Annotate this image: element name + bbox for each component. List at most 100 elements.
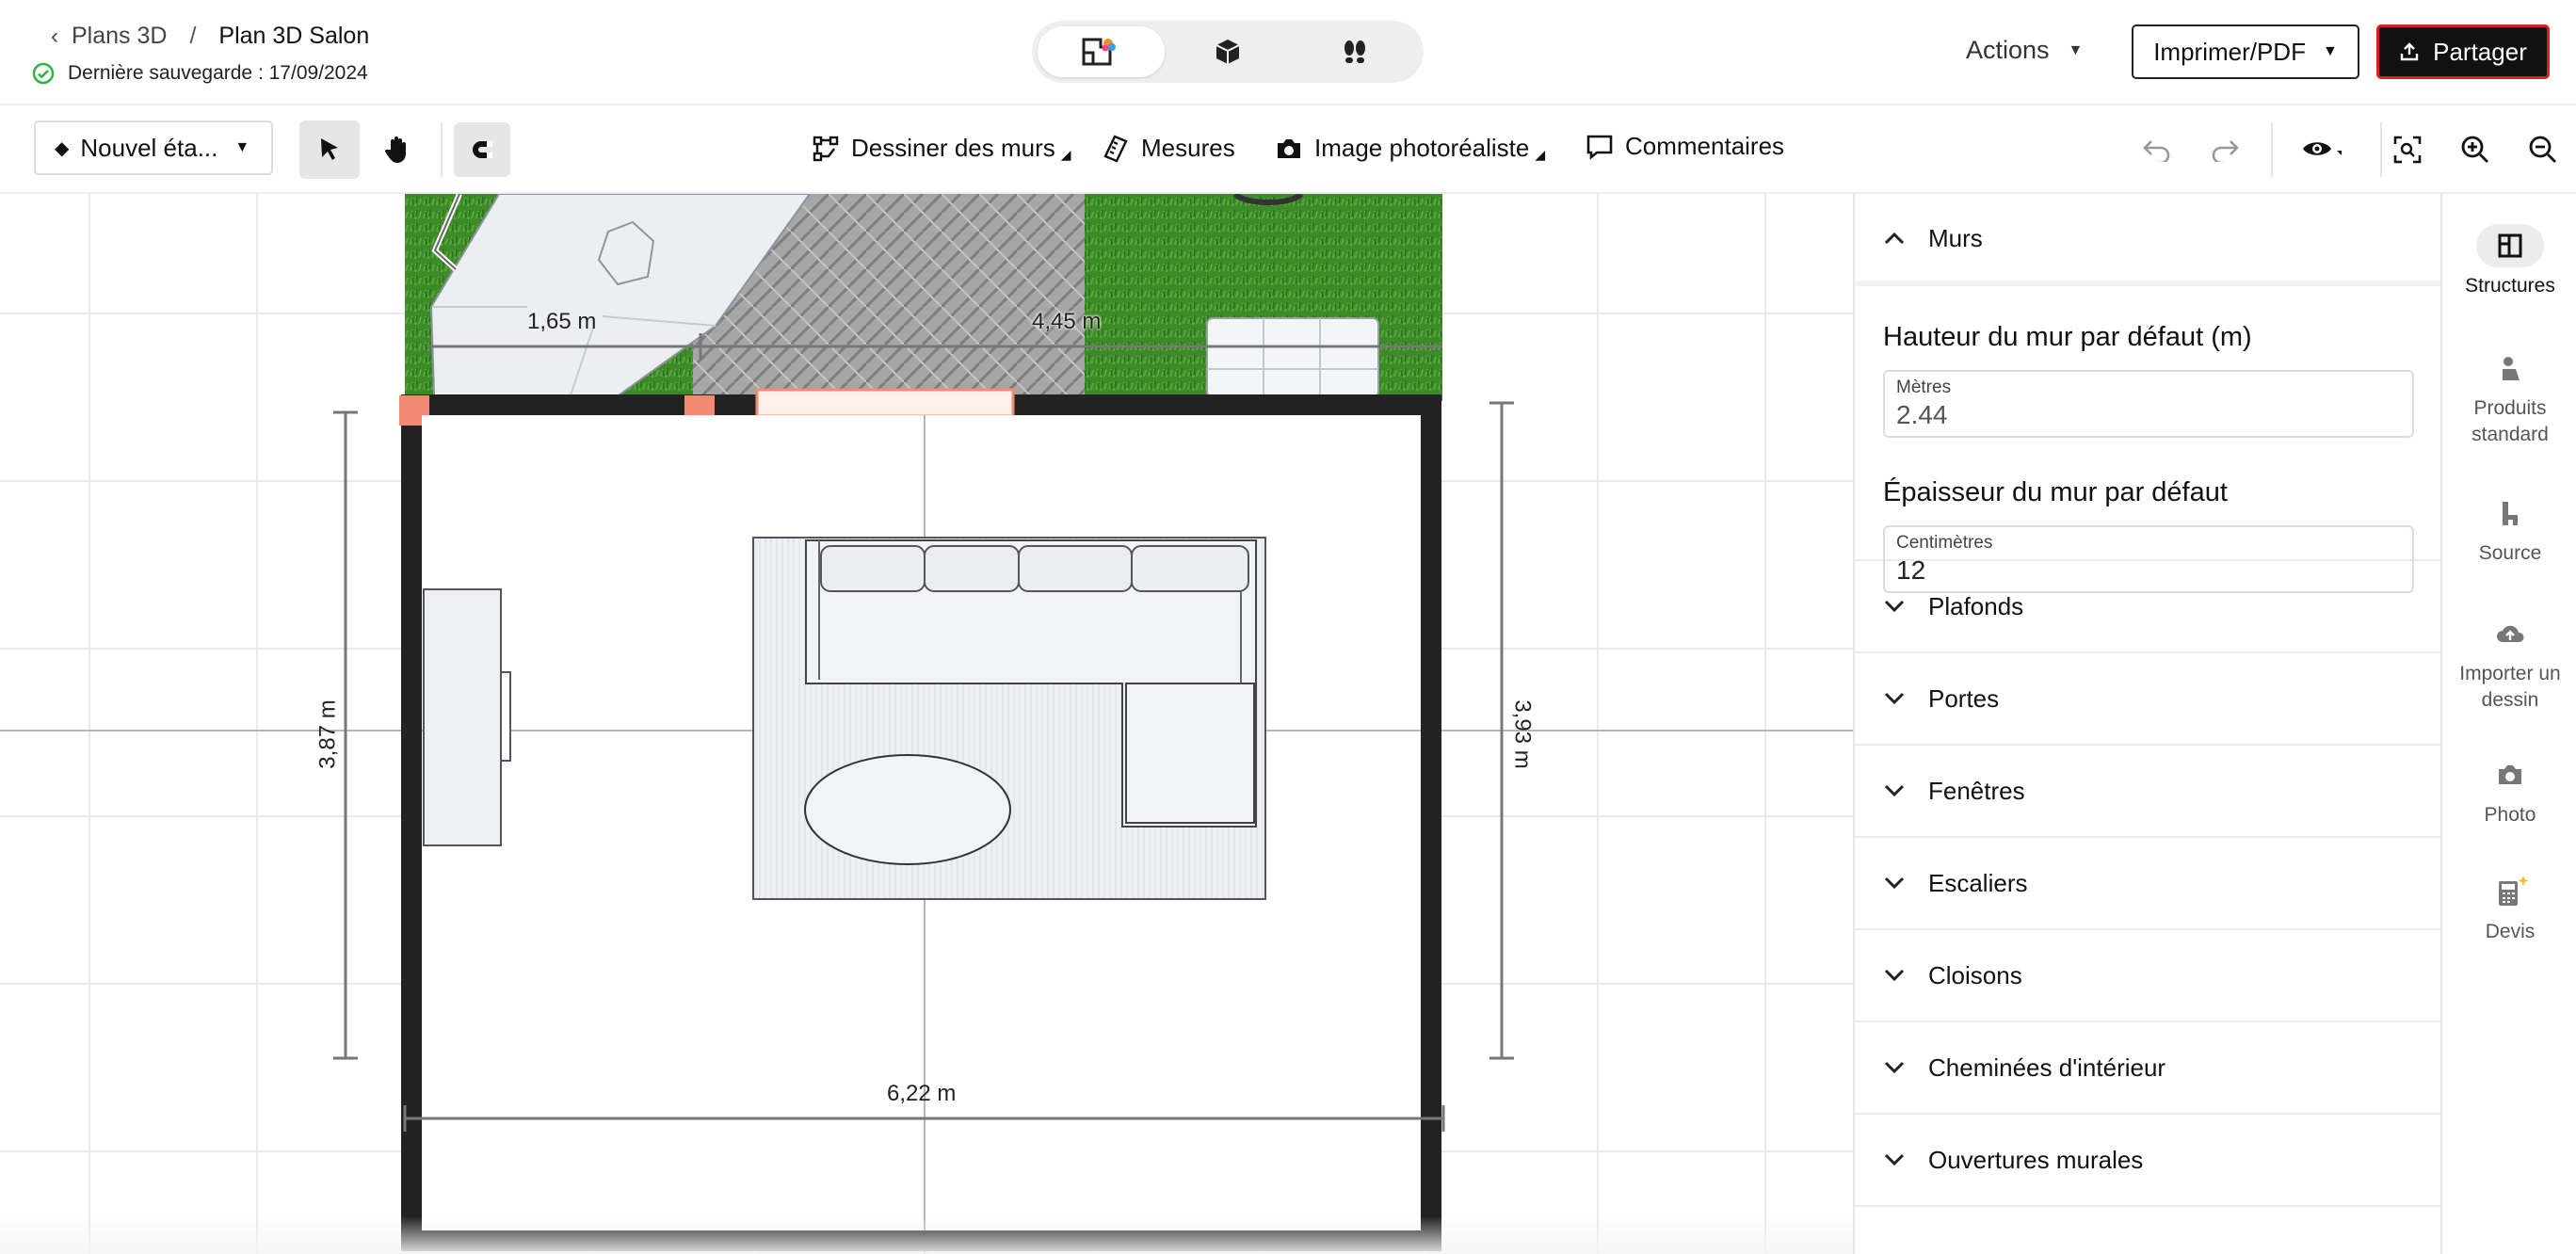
- chevron-down-icon: [1883, 1152, 1911, 1167]
- rail-standard-products[interactable]: Produits standard: [2442, 346, 2576, 448]
- page-title[interactable]: Plan 3D Salon: [218, 23, 369, 50]
- comments-button[interactable]: Commentaires: [1586, 132, 1784, 161]
- visibility-menu-button[interactable]: [2295, 128, 2352, 171]
- rail-quote-label: Devis: [2485, 921, 2536, 942]
- wall-height-title: Hauteur du mur par défaut (m): [1883, 322, 2252, 352]
- zoom-out-icon: [2529, 136, 2556, 163]
- console-table: [423, 588, 502, 846]
- wall-thickness-unit: Centimètres: [1896, 533, 1993, 553]
- cloud-upload-icon: [2476, 612, 2544, 655]
- print-pdf-button[interactable]: Imprimer/PDF ▼: [2132, 24, 2359, 79]
- eye-icon: [2303, 142, 2342, 155]
- photorealistic-image-button[interactable]: Image photoréaliste ◢: [1275, 134, 1545, 163]
- rail-import-drawing-label: Importer un dessin: [2459, 663, 2561, 711]
- view-2d-button[interactable]: [1038, 26, 1165, 77]
- walls-section-title: Murs: [1928, 223, 1983, 252]
- section-fireplaces[interactable]: Cheminées d'intérieur: [1855, 1022, 2440, 1115]
- corner-caret-icon: ◢: [1535, 147, 1546, 162]
- pan-tool-button[interactable]: [367, 121, 427, 179]
- share-upload-icon: [2400, 42, 2419, 61]
- section-wall-openings-label: Ouvertures murales: [1928, 1145, 2144, 1174]
- select-tool-button[interactable]: [299, 121, 360, 179]
- chevron-down-icon: [1883, 599, 1911, 614]
- fit-view-button[interactable]: [2386, 128, 2429, 171]
- rail-photo-label: Photo: [2484, 804, 2536, 826]
- section-windows[interactable]: Fenêtres: [1855, 746, 2440, 838]
- wall-thickness-value[interactable]: 12: [1896, 555, 2401, 586]
- dimension-right: 3,93 m: [1509, 699, 1536, 769]
- layers-icon: ◆: [55, 137, 70, 159]
- wall-height-field[interactable]: Mètres 2.44: [1883, 370, 2414, 438]
- view-3d-button[interactable]: [1165, 26, 1292, 77]
- comment-icon: [1586, 135, 1613, 160]
- wall-window-selected[interactable]: [755, 388, 1015, 418]
- chevron-down-icon: [1883, 1060, 1911, 1075]
- 2d-plan-icon: [1082, 38, 1117, 66]
- breadcrumb-separator: /: [189, 23, 197, 49]
- undo-button[interactable]: [2135, 128, 2179, 171]
- section-fireplaces-label: Cheminées d'intérieur: [1928, 1053, 2166, 1082]
- walkthrough-footsteps-icon: [1344, 40, 1365, 63]
- fit-screen-icon: [2393, 136, 2422, 164]
- rail-import-drawing[interactable]: Importer un dessin: [2442, 612, 2576, 714]
- save-status: Dernière sauvegarde : 17/09/2024: [32, 62, 368, 85]
- measures-button[interactable]: Mesures: [1103, 134, 1235, 163]
- breadcrumb: ‹ Plans 3D / Plan 3D Salon: [51, 23, 369, 50]
- actions-menu[interactable]: Actions ▼: [1966, 36, 2083, 65]
- camera-icon: [2476, 753, 2544, 796]
- section-wall-openings[interactable]: Ouvertures murales: [1855, 1115, 2440, 1207]
- comments-label: Commentaires: [1625, 132, 1785, 160]
- view-walkthrough-button[interactable]: [1291, 26, 1418, 77]
- chevron-down-icon: [1883, 968, 1911, 983]
- structures-icon: [2476, 224, 2544, 267]
- print-pdf-label: Imprimer/PDF: [2153, 37, 2306, 66]
- draw-walls-button[interactable]: Dessiner des murs ◢: [812, 134, 1071, 163]
- redo-button[interactable]: [2203, 128, 2246, 171]
- walls-section: Murs Hauteur du mur par défaut (m) Mètre…: [1855, 194, 2440, 593]
- rail-source[interactable]: Source: [2442, 491, 2576, 567]
- rail-quote[interactable]: Devis: [2442, 870, 2576, 945]
- 3d-box-icon: [1216, 40, 1240, 64]
- rail-structures-label: Structures: [2465, 275, 2555, 297]
- wall-height-value[interactable]: 2.44: [1896, 400, 2401, 430]
- rail-photo[interactable]: Photo: [2442, 753, 2576, 828]
- caret-down-icon: ▼: [2322, 43, 2338, 59]
- coffee-table: [804, 754, 1011, 865]
- breadcrumb-plans-3d[interactable]: Plans 3D: [72, 23, 167, 50]
- properties-panel: Murs Hauteur du mur par défaut (m) Mètre…: [1853, 194, 2440, 1254]
- garden-bench: [1206, 317, 1379, 398]
- undo-icon: [2143, 140, 2170, 162]
- hand-icon: [384, 137, 406, 163]
- floor-plan-canvas[interactable]: 1,65 m 4,45 m 3,87 m 3,93 m 6,22 m: [0, 194, 1853, 1254]
- dimension-left: 3,87 m: [314, 699, 341, 769]
- share-button[interactable]: Partager: [2376, 24, 2550, 79]
- floor-select[interactable]: ◆ Nouvel éta... ▼: [34, 121, 273, 175]
- section-doors-label: Portes: [1928, 683, 2000, 713]
- chevron-left-icon[interactable]: ‹: [51, 24, 58, 50]
- toolbar-divider: [441, 122, 443, 177]
- snap-magnet-button[interactable]: [454, 122, 510, 177]
- section-doors[interactable]: Portes: [1855, 653, 2440, 746]
- walls-section-header[interactable]: Murs: [1855, 196, 2440, 286]
- zoom-out-button[interactable]: [2521, 128, 2565, 171]
- section-stairs-label: Escaliers: [1928, 868, 2028, 897]
- section-partitions[interactable]: Cloisons: [1855, 930, 2440, 1022]
- calculator-sparkle-icon: [2476, 870, 2544, 913]
- zoom-in-button[interactable]: [2454, 128, 2497, 171]
- section-stairs[interactable]: Escaliers: [1855, 838, 2440, 930]
- zoom-in-icon: [2461, 136, 2488, 163]
- redo-icon: [2212, 140, 2239, 162]
- section-partitions-label: Cloisons: [1928, 960, 2022, 989]
- magnet-icon: [473, 141, 492, 158]
- measures-label: Mesures: [1141, 134, 1235, 162]
- products-lamp-icon: [2476, 346, 2544, 390]
- wall-height-unit: Mètres: [1896, 378, 1952, 397]
- wall-thickness-field[interactable]: Centimètres 12: [1883, 525, 2414, 593]
- ruler-icon: [1103, 134, 1128, 163]
- chevron-down-icon: [1883, 876, 1911, 891]
- share-label: Partager: [2433, 37, 2527, 66]
- section-windows-label: Fenêtres: [1928, 776, 2025, 805]
- rail-structures[interactable]: Structures: [2442, 224, 2576, 299]
- view-mode-switch: [1032, 21, 1424, 83]
- draw-walls-icon: [813, 136, 839, 161]
